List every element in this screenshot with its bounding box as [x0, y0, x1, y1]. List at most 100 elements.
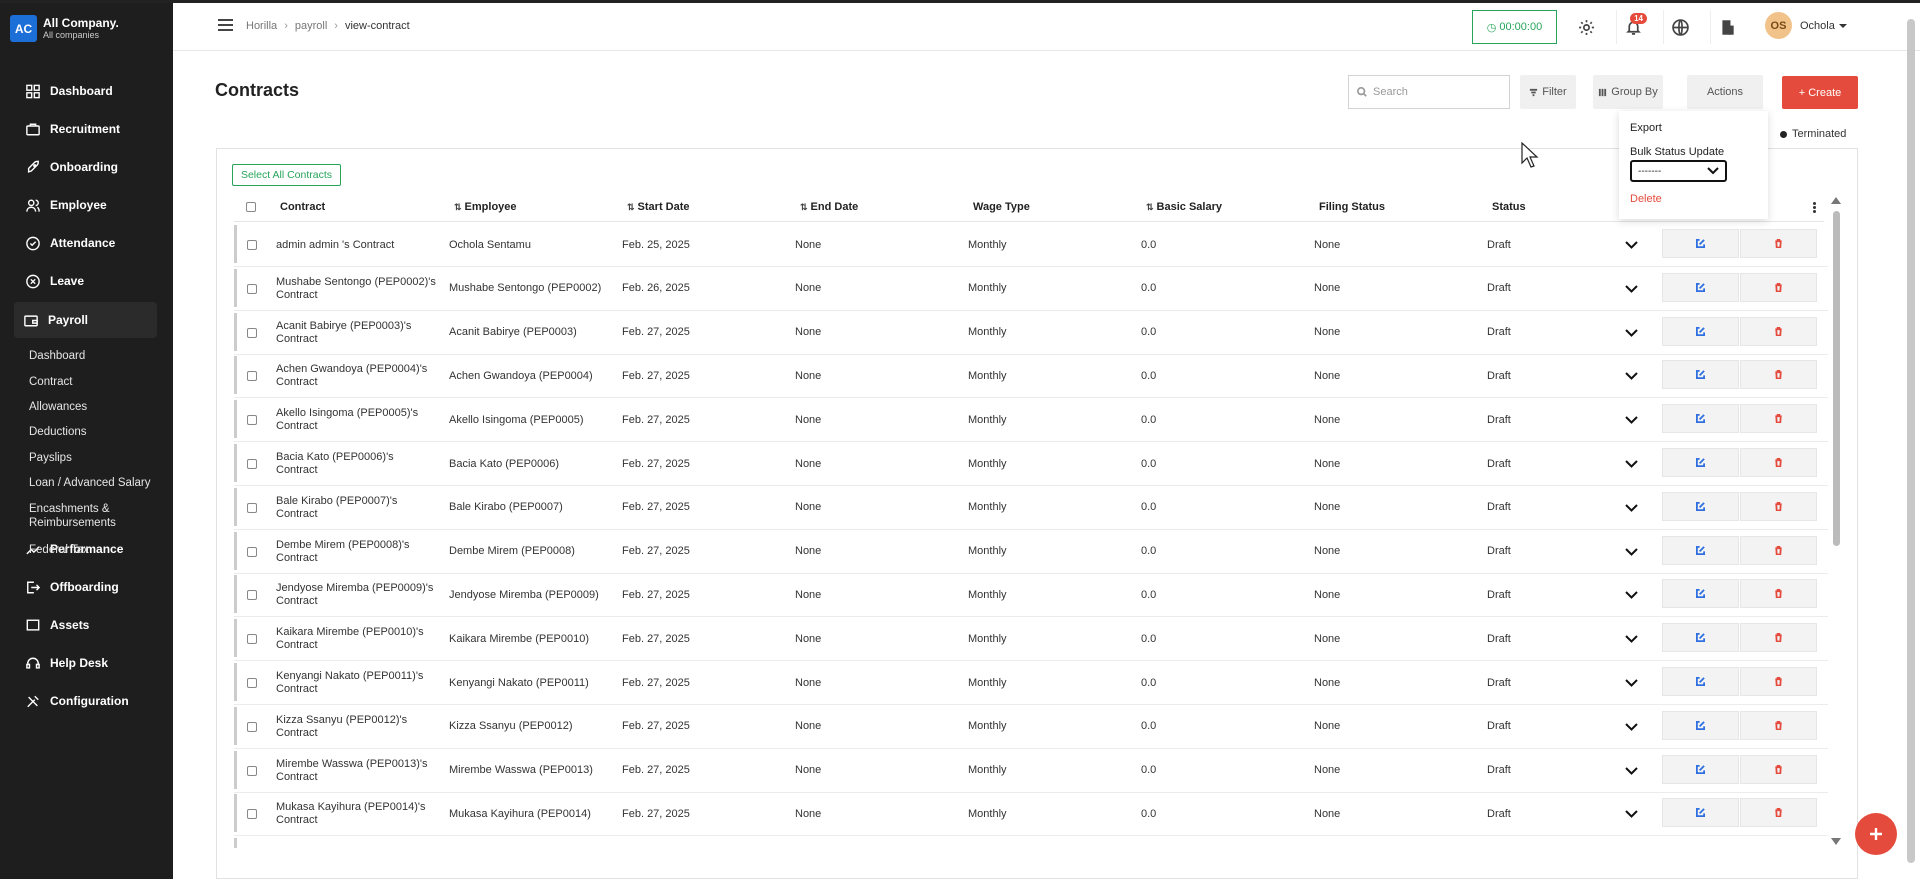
edit-button[interactable] [1662, 667, 1739, 696]
company-switcher[interactable]: AC All Company. All companies [0, 3, 173, 50]
row-checkbox[interactable] [247, 721, 257, 732]
delete-button[interactable] [1740, 316, 1817, 346]
scroll-down-icon[interactable] [1831, 838, 1841, 845]
delete-button[interactable] [1740, 710, 1817, 740]
clock-in-timer-button[interactable]: ◷ 00:00:00 [1472, 10, 1557, 44]
row-expand-button[interactable] [1625, 354, 1638, 398]
edit-button[interactable] [1662, 448, 1739, 477]
row-expand-button[interactable] [1625, 749, 1638, 793]
sidebar-item-recruitment[interactable]: Recruitment [16, 111, 157, 147]
delete-button[interactable] [1740, 404, 1817, 434]
delete-button[interactable] [1740, 272, 1817, 302]
payroll-sub-payslips[interactable]: Payslips [29, 451, 72, 465]
row-expand-button[interactable] [1625, 311, 1638, 355]
row-checkbox[interactable] [247, 590, 257, 601]
status-legend[interactable]: Terminated [1780, 128, 1846, 140]
table-row[interactable]: Namazzi Kyomugisha [234, 836, 1828, 848]
table-scrollbar[interactable] [1830, 195, 1841, 849]
search-box[interactable] [1348, 75, 1510, 109]
row-expand-button[interactable] [1625, 398, 1638, 442]
table-row[interactable]: Kenyangi Nakato (PEP0011)'s Contract Keny… [234, 661, 1828, 705]
row-expand-button[interactable] [1625, 792, 1638, 836]
column-filing-status[interactable]: Filing Status [1319, 201, 1385, 213]
row-checkbox[interactable] [247, 371, 257, 382]
delete-button[interactable] [1740, 754, 1817, 784]
row-checkbox[interactable] [247, 283, 257, 294]
table-row[interactable]: Bacia Kato (PEP0006)'s Contract Bacia Kat… [234, 442, 1828, 486]
payroll-sub-dashboard[interactable]: Dashboard [29, 349, 85, 363]
row-expand-button[interactable] [1625, 705, 1638, 749]
user-menu[interactable]: OS Ochola [1765, 12, 1847, 39]
scrollbar-thumb[interactable] [1833, 211, 1840, 546]
table-row[interactable]: Jendyose Miremba (PEP0009)'s Contract Jen… [234, 573, 1828, 618]
edit-button[interactable] [1662, 491, 1739, 521]
delete-button[interactable] [1740, 448, 1817, 477]
row-expand-button[interactable] [1625, 530, 1638, 574]
row-checkbox[interactable] [247, 415, 257, 426]
payroll-sub-reimbursements[interactable]: Reimbursements [29, 516, 116, 530]
row-checkbox[interactable] [247, 502, 257, 513]
row-checkbox[interactable] [247, 809, 257, 820]
sidebar-item-payroll[interactable]: Payroll [14, 302, 157, 338]
bulk-status-select[interactable]: ------- [1630, 160, 1727, 182]
row-checkbox[interactable] [247, 765, 257, 776]
sidebar-item-attendance[interactable]: Attendance [16, 225, 157, 261]
delete-button[interactable] [1740, 360, 1817, 390]
create-button[interactable]: + Create [1782, 76, 1858, 109]
scroll-up-icon[interactable] [1831, 197, 1841, 204]
row-expand-button[interactable] [1625, 617, 1638, 661]
payroll-sub-deductions[interactable]: Deductions [29, 425, 87, 439]
edit-button[interactable] [1662, 535, 1739, 565]
sidebar-item-onboarding[interactable]: Onboarding [16, 149, 157, 185]
table-row[interactable]: Akello Isingoma (PEP0005)'s Contract Akel… [234, 398, 1828, 443]
table-row[interactable]: admin admin 's Contract Ochola Sentamu Feb… [234, 223, 1828, 267]
edit-button[interactable] [1662, 404, 1739, 434]
row-expand-button[interactable] [1625, 442, 1638, 486]
page-scrollbar[interactable] [1906, 3, 1916, 879]
menu-toggle-icon[interactable] [218, 19, 233, 31]
edit-button[interactable] [1662, 623, 1739, 653]
table-row[interactable]: Kaikara Mirembe (PEP0010)'s Contract Kaik… [234, 617, 1828, 662]
table-row[interactable]: Mukasa Kayihura (PEP0014)'s Contract Muka… [234, 792, 1828, 837]
sidebar-item-dashboard[interactable]: Dashboard [16, 73, 157, 109]
column-start-date[interactable]: ⇅ Start Date [627, 201, 690, 213]
row-expand-button[interactable] [1625, 661, 1638, 705]
row-expand-button[interactable] [1625, 486, 1638, 530]
edit-button[interactable] [1662, 316, 1739, 346]
row-expand-button[interactable] [1625, 223, 1638, 267]
sidebar-item-assets[interactable]: Assets [16, 607, 157, 643]
edit-button[interactable] [1662, 710, 1739, 740]
settings-button[interactable] [1569, 10, 1603, 44]
edit-button[interactable] [1662, 579, 1739, 609]
quick-add-button[interactable] [1855, 813, 1897, 855]
sidebar-item-configuration[interactable]: Configuration [16, 683, 157, 719]
row-checkbox[interactable] [247, 327, 257, 338]
select-all-checkbox[interactable] [246, 202, 256, 212]
edit-button[interactable] [1662, 229, 1739, 258]
page-scrollbar-thumb[interactable] [1907, 19, 1915, 863]
payroll-sub-allowances[interactable]: Allowances [29, 400, 87, 414]
table-row[interactable]: Dembe Mirem (PEP0008)'s Contract Dembe Mi… [234, 530, 1828, 574]
table-row[interactable]: Mushabe Sentongo (PEP0002)'s Contract Mus… [234, 267, 1828, 311]
delete-button[interactable] [1740, 623, 1817, 653]
delete-menu-item[interactable]: Delete [1630, 193, 1662, 205]
table-row[interactable]: Kizza Ssanyu (PEP0012)'s Contract Kizza S… [234, 705, 1828, 749]
column-end-date[interactable]: ⇅ End Date [800, 201, 858, 213]
notifications-button[interactable]: 14 [1616, 10, 1650, 44]
payroll-sub-contract[interactable]: Contract [29, 375, 72, 389]
sidebar-item-help-desk[interactable]: Help Desk [16, 645, 157, 681]
delete-button[interactable] [1740, 229, 1817, 258]
sidebar-item-employee[interactable]: Employee [16, 187, 157, 223]
row-checkbox[interactable] [247, 459, 257, 469]
table-row[interactable]: Acanit Babirye (PEP0003)'s Contract Acani… [234, 311, 1828, 355]
language-button[interactable] [1663, 10, 1697, 44]
column-contract[interactable]: Contract [280, 201, 325, 213]
payroll-sub-federal-tax[interactable]: Federal Tax [29, 543, 89, 557]
edit-button[interactable] [1662, 754, 1739, 784]
row-checkbox[interactable] [247, 546, 257, 557]
row-expand-button[interactable] [1625, 573, 1638, 617]
row-checkbox[interactable] [247, 240, 257, 250]
breadcrumb-horilla[interactable]: Horilla [246, 20, 277, 32]
delete-button[interactable] [1740, 491, 1817, 521]
row-checkbox[interactable] [247, 678, 257, 688]
